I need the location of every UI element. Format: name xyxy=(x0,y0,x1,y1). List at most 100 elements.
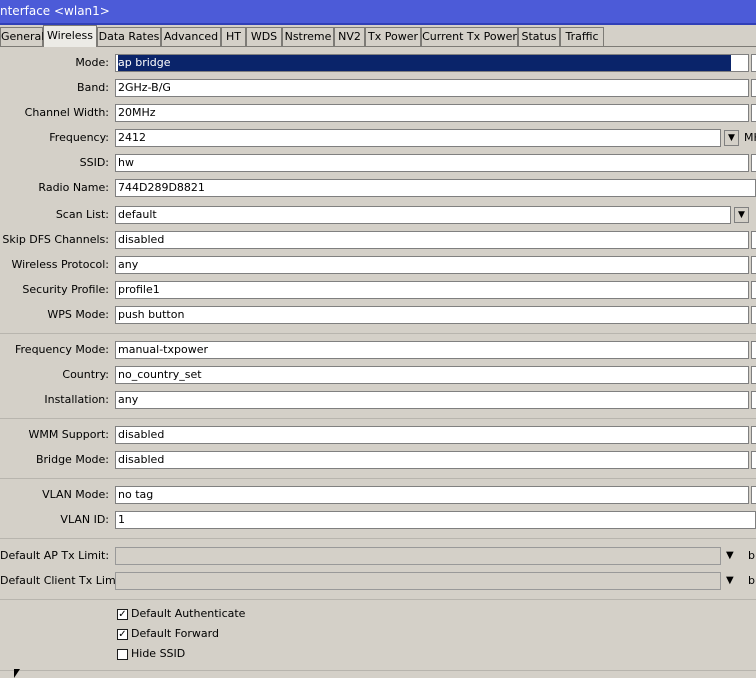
wireless-protocol-dropdown-edge[interactable] xyxy=(751,256,756,274)
wireless-protocol-row: Wireless Protocol: any xyxy=(0,255,756,275)
tab-strip: General Wireless Data Rates Advanced HT … xyxy=(0,25,756,47)
hide-ssid-label: Hide SSID xyxy=(131,647,186,660)
tab-nv2[interactable]: NV2 xyxy=(334,27,365,47)
wmm-support-select[interactable]: disabled xyxy=(115,426,749,444)
default-ap-tx-limit-label: Default AP Tx Limit: xyxy=(0,549,110,562)
section-divider xyxy=(0,333,756,334)
bridge-mode-dropdown-edge[interactable] xyxy=(751,451,756,469)
frequency-mode-select[interactable]: manual-txpower xyxy=(115,341,749,359)
country-row: Country: no_country_set xyxy=(0,365,756,385)
tab-current-tx-power[interactable]: Current Tx Power xyxy=(421,27,518,47)
tab-data-rates[interactable]: Data Rates xyxy=(97,27,161,47)
default-client-tx-limit-label: Default Client Tx Limit: xyxy=(0,574,127,587)
scan-list-label: Scan List: xyxy=(55,208,109,221)
radio-name-label: Radio Name: xyxy=(38,181,109,194)
security-profile-label: Security Profile: xyxy=(22,283,109,296)
mode-select[interactable]: ap bridge xyxy=(115,54,749,72)
tab-nstreme[interactable]: Nstreme xyxy=(282,27,334,47)
default-forward-label: Default Forward xyxy=(131,627,219,640)
wmm-support-row: WMM Support: disabled xyxy=(0,425,756,445)
country-select[interactable]: no_country_set xyxy=(115,366,749,384)
security-profile-row: Security Profile: profile1 xyxy=(0,280,756,300)
default-ap-tx-limit-unit: b xyxy=(748,549,755,562)
scan-list-input[interactable]: default xyxy=(115,206,731,224)
bridge-mode-row: Bridge Mode: disabled xyxy=(0,450,756,470)
tab-wds[interactable]: WDS xyxy=(246,27,282,47)
channel-width-row: Channel Width: 20MHz xyxy=(0,103,756,123)
wps-mode-row: WPS Mode: push button xyxy=(0,305,756,325)
section-divider xyxy=(0,670,756,671)
tab-ht[interactable]: HT xyxy=(221,27,246,47)
tab-underline xyxy=(0,46,756,47)
channel-width-select[interactable]: 20MHz xyxy=(115,104,749,122)
vlan-mode-dropdown-edge[interactable] xyxy=(751,486,756,504)
band-select[interactable]: 2GHz-B/G xyxy=(115,79,749,97)
vlan-id-input[interactable]: 1 xyxy=(115,511,756,529)
default-authenticate-label: Default Authenticate xyxy=(131,607,246,620)
section-divider xyxy=(0,538,756,539)
wps-mode-select[interactable]: push button xyxy=(115,306,749,324)
wireless-protocol-select[interactable]: any xyxy=(115,256,749,274)
vlan-mode-label: VLAN Mode: xyxy=(42,488,109,501)
tab-advanced[interactable]: Advanced xyxy=(161,27,221,47)
tab-wireless[interactable]: Wireless xyxy=(43,25,97,47)
wps-mode-label: WPS Mode: xyxy=(47,308,109,321)
default-authenticate-checkbox[interactable]: ✓ xyxy=(117,609,128,620)
window-title: nterface <wlan1> xyxy=(0,0,756,25)
skip-dfs-row: Skip DFS Channels: disabled xyxy=(0,230,756,250)
mouse-cursor-icon xyxy=(14,669,20,678)
channel-width-label: Channel Width: xyxy=(24,106,109,119)
section-divider xyxy=(0,418,756,419)
mode-dropdown-edge[interactable] xyxy=(751,54,756,72)
default-client-tx-limit-input[interactable] xyxy=(115,572,721,590)
installation-label: Installation: xyxy=(44,393,109,406)
radio-name-input[interactable]: 744D289D8821 xyxy=(115,179,756,197)
tab-general[interactable]: General xyxy=(0,27,44,47)
skip-dfs-select[interactable]: disabled xyxy=(115,231,749,249)
frequency-mode-dropdown-edge[interactable] xyxy=(751,341,756,359)
ssid-label: SSID: xyxy=(79,156,109,169)
vlan-mode-select[interactable]: no tag xyxy=(115,486,749,504)
mode-row: Mode: ap bridge xyxy=(0,53,756,73)
ssid-edge xyxy=(751,154,756,172)
frequency-input[interactable]: 2412 xyxy=(115,129,721,147)
band-label: Band: xyxy=(77,81,109,94)
wmm-support-dropdown-edge[interactable] xyxy=(751,426,756,444)
skip-dfs-label: Skip DFS Channels: xyxy=(2,233,109,246)
frequency-mode-row: Frequency Mode: manual-txpower xyxy=(0,340,756,360)
hide-ssid-checkbox[interactable] xyxy=(117,649,128,660)
frequency-mode-label: Frequency Mode: xyxy=(15,343,109,356)
default-ap-tx-limit-input[interactable] xyxy=(115,547,721,565)
channel-width-dropdown-edge[interactable] xyxy=(751,104,756,122)
ssid-row: SSID: hw xyxy=(0,153,756,173)
skip-dfs-dropdown-edge[interactable] xyxy=(751,231,756,249)
wps-mode-dropdown-edge[interactable] xyxy=(751,306,756,324)
installation-dropdown-edge[interactable] xyxy=(751,391,756,409)
vlan-mode-row: VLAN Mode: no tag xyxy=(0,485,756,505)
default-client-tx-limit-row: Default Client Tx Limit: ▼ b xyxy=(0,571,756,591)
scan-list-dropdown-icon[interactable]: ▼ xyxy=(734,207,749,223)
country-dropdown-edge[interactable] xyxy=(751,366,756,384)
bridge-mode-select[interactable]: disabled xyxy=(115,451,749,469)
wireless-protocol-label: Wireless Protocol: xyxy=(11,258,109,271)
security-profile-select[interactable]: profile1 xyxy=(115,281,749,299)
installation-select[interactable]: any xyxy=(115,391,749,409)
ssid-input[interactable]: hw xyxy=(115,154,749,172)
default-ap-tx-limit-expand-icon[interactable]: ▼ xyxy=(726,546,734,566)
tab-status[interactable]: Status xyxy=(518,27,560,47)
frequency-dropdown-icon[interactable]: ▼ xyxy=(724,130,739,146)
default-client-tx-limit-expand-icon[interactable]: ▼ xyxy=(726,571,734,591)
section-divider xyxy=(0,599,756,600)
band-dropdown-edge[interactable] xyxy=(751,79,756,97)
installation-row: Installation: any xyxy=(0,390,756,410)
scan-list-row: Scan List: default ▼ xyxy=(0,205,756,225)
tab-tx-power[interactable]: Tx Power xyxy=(365,27,421,47)
country-label: Country: xyxy=(62,368,109,381)
band-row: Band: 2GHz-B/G xyxy=(0,78,756,98)
frequency-row: Frequency: 2412 ▼ MH xyxy=(0,128,756,148)
default-forward-checkbox[interactable]: ✓ xyxy=(117,629,128,640)
tab-traffic[interactable]: Traffic xyxy=(560,27,604,47)
security-profile-dropdown-edge[interactable] xyxy=(751,281,756,299)
mode-label: Mode: xyxy=(75,56,109,69)
radio-name-row: Radio Name: 744D289D8821 xyxy=(0,178,756,198)
